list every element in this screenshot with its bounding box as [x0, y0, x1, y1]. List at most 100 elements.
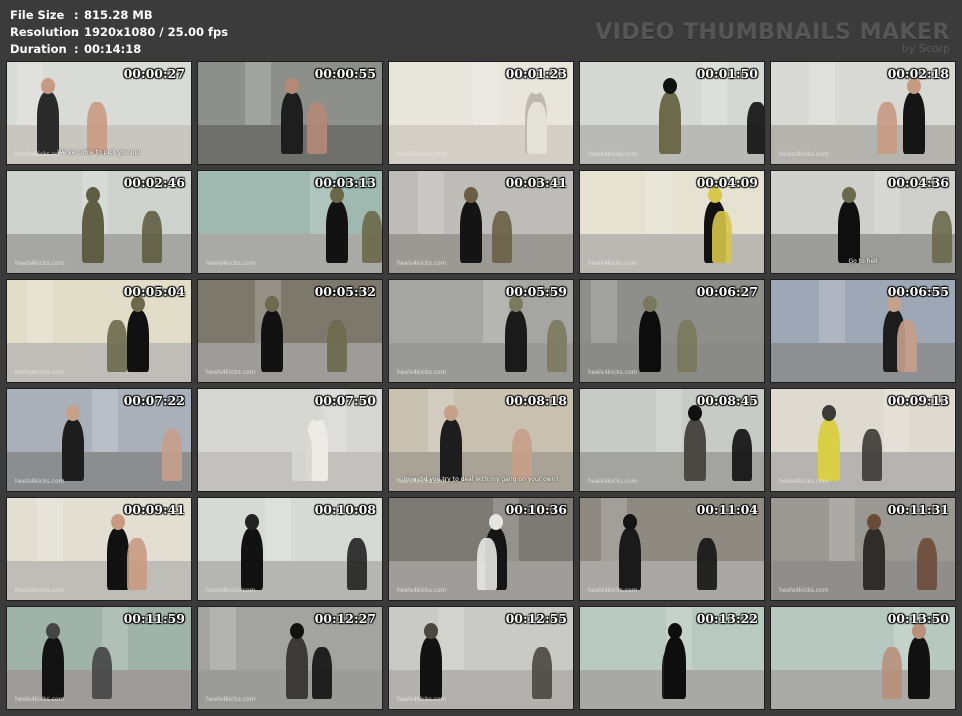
timestamp: 00:08:45 — [696, 393, 758, 408]
person-figure — [127, 309, 149, 372]
scene-floor — [198, 452, 382, 491]
thumbnail[interactable]: 00:03:13 heels4kicks.com — [197, 170, 383, 274]
scene-floor — [389, 343, 573, 382]
timestamp: 00:13:22 — [696, 611, 758, 626]
timestamp: 00:06:55 — [887, 284, 949, 299]
site-watermark: heels4kicks.com — [397, 151, 447, 158]
thumbnail[interactable]: 00:01:50 heels4kicks.com — [579, 61, 765, 165]
thumbnail-grid: 00:00:27 We've come to pick you up! heels4… — [6, 61, 956, 710]
person-figure — [460, 200, 482, 263]
scene-door — [591, 280, 617, 344]
thumbnail[interactable]: 00:11:31 heels4kicks.com — [770, 497, 956, 601]
timestamp: 00:03:13 — [314, 175, 376, 190]
person-head — [41, 77, 55, 94]
thumbnail[interactable]: 00:09:41 heels4kicks.com — [6, 497, 192, 601]
thumbnail[interactable]: 00:02:46 heels4kicks.com — [6, 170, 192, 274]
person-figure — [142, 210, 162, 263]
person-figure — [532, 646, 552, 699]
scene-door — [646, 171, 672, 235]
timestamp: 00:09:13 — [887, 393, 949, 408]
site-watermark: heels4kicks.com — [15, 369, 65, 376]
thumbnail[interactable]: 00:07:22 heels4kicks.com — [6, 388, 192, 492]
scene-floor — [198, 343, 382, 382]
thumbnail[interactable]: 00:06:55 — [770, 279, 956, 383]
file-size-label: File Size — [10, 8, 65, 22]
thumbnail[interactable]: 00:10:08 heels4kicks.com — [197, 497, 383, 601]
thumbnail[interactable]: 00:09:13 heels4kicks.com — [770, 388, 956, 492]
scene-door — [245, 62, 271, 126]
thumbnail[interactable]: 00:00:27 We've come to pick you up! heels4… — [6, 61, 192, 165]
thumbnail[interactable]: 00:05:59 heels4kicks.com — [388, 279, 574, 383]
thumbnail[interactable]: 00:00:55 — [197, 61, 383, 165]
thumbnail[interactable]: 00:12:55 heels4kicks.com — [388, 606, 574, 710]
person-figure — [420, 636, 442, 699]
separator: : — [74, 25, 79, 39]
person-figure — [87, 101, 107, 154]
person-figure — [882, 646, 902, 699]
thumbnail[interactable]: 00:11:04 heels4kicks.com — [579, 497, 765, 601]
person-figure — [312, 646, 332, 699]
scene-floor — [771, 125, 955, 164]
timestamp: 00:09:41 — [123, 502, 185, 517]
resolution-row: Resolution : 1920x1080 / 25.00 fps — [10, 24, 228, 41]
thumbnail[interactable]: 00:02:18 heels4kicks.com — [770, 61, 956, 165]
thumbnail[interactable]: 00:05:32 heels4kicks.com — [197, 279, 383, 383]
timestamp: 00:03:41 — [505, 175, 567, 190]
scene-door — [809, 62, 835, 126]
thumbnail[interactable]: 00:08:18 How did you try to deal with my … — [388, 388, 574, 492]
person-figure — [619, 527, 641, 590]
person-figure — [932, 210, 952, 263]
person-figure — [327, 319, 347, 372]
site-watermark: heels4kicks.com — [588, 151, 638, 158]
person-figure — [903, 91, 925, 154]
site-watermark: heels4kicks.com — [779, 478, 829, 485]
person-head — [245, 513, 259, 530]
thumbnail[interactable]: 00:04:36 Go to hell — [770, 170, 956, 274]
person-figure — [838, 200, 860, 263]
site-watermark: heels4kicks.com — [588, 478, 638, 485]
thumbnail[interactable]: 00:13:22 — [579, 606, 765, 710]
person-figure — [92, 646, 112, 699]
person-figure — [292, 428, 312, 481]
timestamp: 00:11:31 — [887, 502, 949, 517]
thumbnail[interactable]: 00:03:41 heels4kicks.com — [388, 170, 574, 274]
scene-door — [37, 498, 63, 562]
timestamp: 00:12:55 — [505, 611, 567, 626]
scene-floor — [7, 561, 191, 600]
timestamp: 00:11:04 — [696, 502, 758, 517]
person-figure — [512, 428, 532, 481]
thumbnail[interactable]: 00:12:27 heels4kicks.com — [197, 606, 383, 710]
person-figure — [162, 428, 182, 481]
site-watermark: heels4kicks.com — [397, 696, 447, 703]
site-watermark: heels4kicks.com — [779, 587, 829, 594]
thumbnail[interactable]: 00:01:23 heels4kicks.com — [388, 61, 574, 165]
person-head — [867, 513, 881, 530]
person-head — [623, 513, 637, 530]
site-watermark: heels4kicks.com — [15, 587, 65, 594]
thumbnail[interactable]: 00:07:50 — [197, 388, 383, 492]
person-figure — [662, 646, 682, 699]
person-head — [46, 622, 60, 639]
thumbnail[interactable]: 00:06:27 heels4kicks.com — [579, 279, 765, 383]
thumbnail[interactable]: 00:08:45 heels4kicks.com — [579, 388, 765, 492]
timestamp: 00:12:27 — [314, 611, 376, 626]
person-figure — [286, 636, 308, 699]
thumbnail[interactable]: 00:13:50 — [770, 606, 956, 710]
site-watermark: heels4kicks.com — [397, 478, 447, 485]
thumbnail[interactable]: 00:04:09 heels4kicks.com — [579, 170, 765, 274]
person-figure — [127, 537, 147, 590]
thumbnail[interactable]: 00:05:04 heels4kicks.com — [6, 279, 192, 383]
person-head — [86, 186, 100, 203]
timestamp: 00:02:18 — [887, 66, 949, 81]
brand-title: VIDEO THUMBNAILS MAKER — [595, 20, 950, 45]
thumbnail[interactable]: 00:10:36 heels4kicks.com — [388, 497, 574, 601]
person-figure — [505, 309, 527, 372]
scene-door — [210, 607, 236, 671]
person-head — [285, 77, 299, 94]
timestamp: 00:01:23 — [505, 66, 567, 81]
brand-watermark: VIDEO THUMBNAILS MAKER by Scorp — [595, 20, 950, 55]
person-head — [464, 186, 478, 203]
thumbnail[interactable]: 00:11:59 heels4kicks.com — [6, 606, 192, 710]
timestamp: 00:05:59 — [505, 284, 567, 299]
site-watermark: heels4kicks.com — [588, 260, 638, 267]
